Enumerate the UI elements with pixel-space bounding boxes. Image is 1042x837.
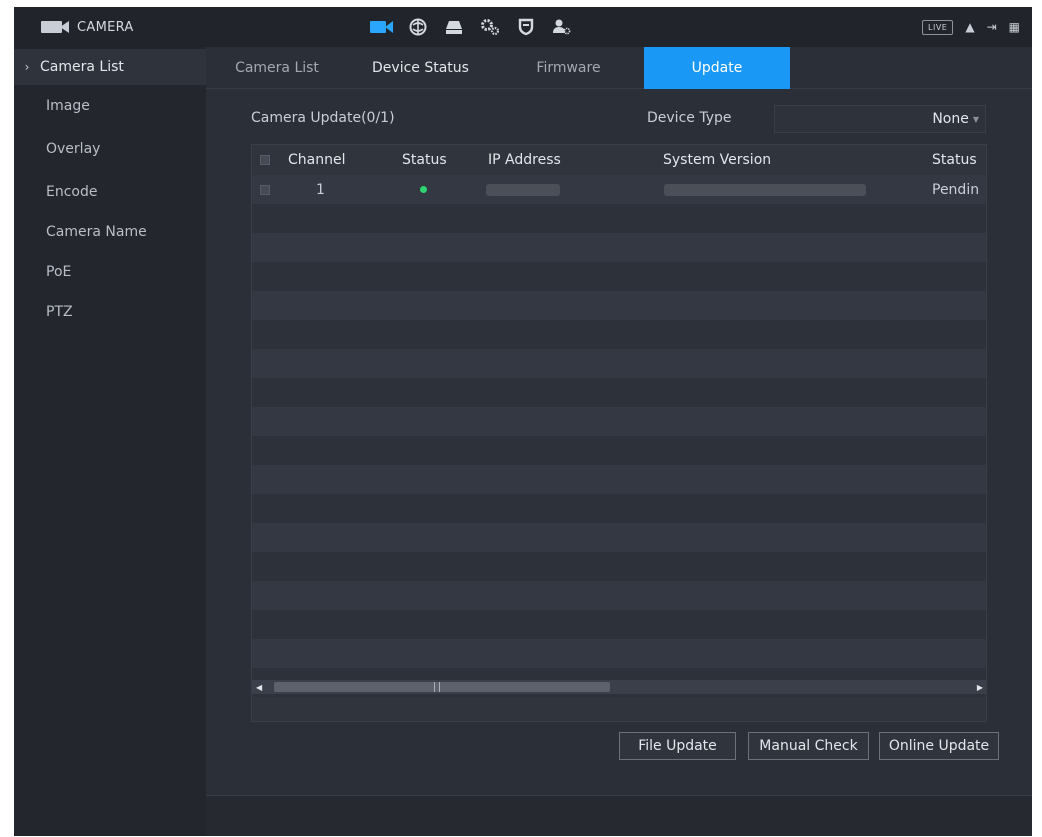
network-icon[interactable] xyxy=(400,15,436,39)
empty-table-row xyxy=(252,407,986,436)
sidebar-item-label: Overlay xyxy=(46,141,101,157)
camera-update-count: Camera Update(0/1) xyxy=(251,110,395,126)
grip-icon xyxy=(434,682,440,692)
empty-table-row xyxy=(252,494,986,523)
empty-table-row xyxy=(252,523,986,552)
live-button[interactable]: LIVE xyxy=(922,19,954,35)
sidebar-item-camera-name[interactable]: Camera Name xyxy=(14,214,206,250)
select-all-checkbox[interactable] xyxy=(260,145,276,175)
account-icon[interactable] xyxy=(544,15,580,39)
sidebar-item-label: PoE xyxy=(46,264,72,280)
update-header: Camera Update(0/1) Device Type None ▼ xyxy=(206,105,1032,133)
sidebar-item-label: Camera Name xyxy=(46,224,147,240)
redacted-value xyxy=(486,183,560,196)
top-right-controls: LIVE ▲ ⇥ ▦ xyxy=(922,17,1020,37)
tab-firmware[interactable]: Firmware xyxy=(493,47,644,89)
camera-icon[interactable] xyxy=(364,15,400,39)
sidebar-item-camera-list[interactable]: › Camera List xyxy=(14,49,206,85)
main-content: Camera List Device Status Firmware Updat… xyxy=(206,47,1032,836)
device-type-value: None xyxy=(932,111,969,127)
sidebar-item-image[interactable]: Image xyxy=(14,88,206,124)
ip-address-cell xyxy=(486,175,576,204)
camera-icon xyxy=(41,20,71,34)
row-checkbox[interactable] xyxy=(260,175,276,204)
empty-table-row xyxy=(252,204,986,233)
empty-table-row xyxy=(252,291,986,320)
tab-camera-list[interactable]: Camera List xyxy=(206,47,348,89)
storage-icon[interactable] xyxy=(436,15,472,39)
empty-table-row xyxy=(252,639,986,668)
top-bar: CAMERA LIVE ▲ ⇥ ▦ xyxy=(14,7,1032,47)
empty-table-row xyxy=(252,378,986,407)
sidebar-item-label: Image xyxy=(46,98,90,114)
tab-update[interactable]: Update xyxy=(644,47,790,89)
sidebar-item-label: PTZ xyxy=(46,304,73,320)
sidebar-item-poe[interactable]: PoE xyxy=(14,254,206,290)
empty-table-row xyxy=(252,233,986,262)
brand: CAMERA xyxy=(41,17,134,37)
empty-table-row xyxy=(252,320,986,349)
sidebar-item-overlay[interactable]: Overlay xyxy=(14,131,206,167)
chevron-down-icon: ▼ xyxy=(972,114,979,124)
security-icon[interactable] xyxy=(508,15,544,39)
empty-table-row xyxy=(252,610,986,639)
empty-table-row xyxy=(252,465,986,494)
column-header[interactable]: IP Address xyxy=(488,145,598,175)
scrollbar-thumb[interactable] xyxy=(274,682,610,692)
table-row[interactable]: 1 Pendin xyxy=(252,175,986,204)
tab-device-status[interactable]: Device Status xyxy=(348,47,493,89)
column-header[interactable]: Status xyxy=(402,145,466,175)
update-status-cell: Pendin xyxy=(932,181,980,198)
bottom-bar xyxy=(206,795,1032,836)
horizontal-scrollbar[interactable]: ◀ ▶ xyxy=(252,680,986,694)
column-header[interactable]: System Version xyxy=(663,145,823,175)
system-icon[interactable] xyxy=(472,15,508,39)
sidebar-item-label: Camera List xyxy=(40,59,124,75)
scroll-right-icon[interactable]: ▶ xyxy=(977,680,983,694)
sidebar: › Camera List Image Overlay Encode Camer… xyxy=(14,47,206,836)
online-update-button[interactable]: Online Update xyxy=(879,732,999,760)
tab-bar: Camera List Device Status Firmware Updat… xyxy=(206,47,1032,89)
manual-check-button[interactable]: Manual Check xyxy=(748,732,869,760)
empty-table-row xyxy=(252,552,986,581)
online-status-icon xyxy=(420,175,440,204)
column-header[interactable]: Channel xyxy=(288,145,378,175)
redacted-value xyxy=(664,183,866,196)
camera-update-table: Channel Status IP Address System Version… xyxy=(251,144,987,722)
empty-table-row xyxy=(252,262,986,291)
app-title: CAMERA xyxy=(77,19,134,35)
empty-table-row xyxy=(252,349,986,378)
sidebar-item-encode[interactable]: Encode xyxy=(14,174,206,210)
channel-cell: 1 xyxy=(316,181,325,198)
sidebar-item-label: Encode xyxy=(46,184,98,200)
scroll-left-icon[interactable]: ◀ xyxy=(256,680,262,694)
sidebar-item-ptz[interactable]: PTZ xyxy=(14,294,206,330)
file-update-button[interactable]: File Update xyxy=(619,732,736,760)
system-version-cell xyxy=(664,175,884,204)
user-icon[interactable]: ▲ xyxy=(965,20,974,34)
device-type-select[interactable]: None ▼ xyxy=(774,105,986,133)
grid-icon[interactable]: ▦ xyxy=(1009,20,1020,34)
main-nav xyxy=(364,15,580,39)
empty-table-row xyxy=(252,436,986,465)
logout-icon[interactable]: ⇥ xyxy=(987,20,997,34)
table-header: Channel Status IP Address System Version… xyxy=(252,145,986,175)
column-header[interactable]: Status xyxy=(932,145,986,175)
app-window: CAMERA LIVE ▲ ⇥ ▦ › Camera List Image Ov… xyxy=(14,7,1032,836)
chevron-right-icon: › xyxy=(24,60,30,74)
device-type-label: Device Type xyxy=(647,110,732,126)
empty-table-row xyxy=(252,581,986,610)
